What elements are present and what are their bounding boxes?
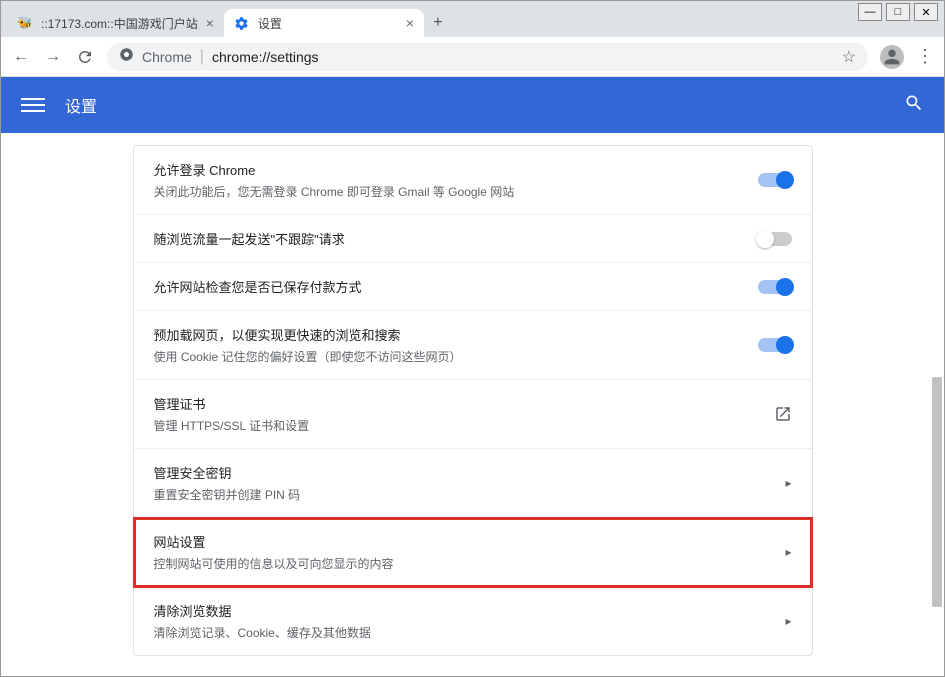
settings-header: 设置 <box>1 77 944 133</box>
row-subtitle: 控制网站可使用的信息以及可向您显示的内容 <box>154 555 786 572</box>
reload-button[interactable] <box>75 47 95 67</box>
row-title: 网站设置 <box>154 532 786 551</box>
back-button[interactable]: ← <box>11 47 31 67</box>
setting-allow-chrome-signin: 允许登录 Chrome 关闭此功能后，您无需登录 Chrome 即可登录 Gma… <box>134 146 812 215</box>
row-title: 清除浏览数据 <box>154 601 786 620</box>
row-subtitle: 管理 HTTPS/SSL 证书和设置 <box>154 417 774 434</box>
url-divider: | <box>200 48 204 66</box>
browser-tab[interactable]: 🐝 ::17173.com::中国游戏门户站 × <box>7 9 224 37</box>
toggle-do-not-track[interactable] <box>758 232 792 246</box>
window-controls: — □ ✕ <box>858 3 938 21</box>
forward-button[interactable]: → <box>43 47 63 67</box>
profile-avatar[interactable] <box>880 45 904 69</box>
setting-payment-check: 允许网站检查您是否已保存付款方式 <box>134 263 812 311</box>
favicon-17173-icon: 🐝 <box>17 15 33 31</box>
external-link-icon <box>774 405 792 423</box>
close-tab-icon[interactable]: × <box>206 15 214 31</box>
setting-clear-browsing-data[interactable]: 清除浏览数据 清除浏览记录、Cookie、缓存及其他数据 ▸ <box>134 587 812 655</box>
menu-button[interactable]: ⋮ <box>916 46 934 67</box>
url-text: chrome://settings <box>212 49 834 65</box>
row-title: 允许网站检查您是否已保存付款方式 <box>154 277 758 296</box>
toggle-preload[interactable] <box>758 338 792 352</box>
row-title: 预加载网页，以便实现更快速的浏览和搜索 <box>154 325 758 344</box>
close-window-button[interactable]: ✕ <box>914 3 938 21</box>
settings-panel: 允许登录 Chrome 关闭此功能后，您无需登录 Chrome 即可登录 Gma… <box>133 133 813 676</box>
setting-preload-pages: 预加载网页，以便实现更快速的浏览和搜索 使用 Cookie 记住您的偏好设置（即… <box>134 311 812 380</box>
toggle-payment-check[interactable] <box>758 280 792 294</box>
settings-card: 允许登录 Chrome 关闭此功能后，您无需登录 Chrome 即可登录 Gma… <box>133 145 813 656</box>
chevron-right-icon: ▸ <box>785 476 791 490</box>
setting-site-settings[interactable]: 网站设置 控制网站可使用的信息以及可向您显示的内容 ▸ <box>134 518 812 587</box>
new-tab-button[interactable]: + <box>424 9 452 37</box>
row-subtitle: 清除浏览记录、Cookie、缓存及其他数据 <box>154 624 786 641</box>
url-protocol: Chrome <box>142 49 192 65</box>
row-title: 管理安全密钥 <box>154 463 786 482</box>
scrollbar-thumb[interactable] <box>932 377 942 607</box>
tab-strip: 🐝 ::17173.com::中国游戏门户站 × 设置 × + <box>1 1 944 37</box>
chevron-right-icon: ▸ <box>785 545 791 559</box>
maximize-button[interactable]: □ <box>886 3 910 21</box>
chevron-right-icon: ▸ <box>785 614 791 628</box>
minimize-button[interactable]: — <box>858 3 882 21</box>
tab-title: 设置 <box>258 15 398 32</box>
row-subtitle: 使用 Cookie 记住您的偏好设置（即使您不访问这些网页） <box>154 348 758 365</box>
content-area: 设置 允许登录 Chrome 关闭此功能后，您无需登录 Chrome 即可登录 … <box>1 77 944 676</box>
toolbar: ← → Chrome | chrome://settings ☆ ⋮ <box>1 37 944 77</box>
setting-security-keys[interactable]: 管理安全密钥 重置安全密钥并创建 PIN 码 ▸ <box>134 449 812 518</box>
row-subtitle: 关闭此功能后，您无需登录 Chrome 即可登录 Gmail 等 Google … <box>154 183 758 200</box>
setting-do-not-track: 随浏览流量一起发送"不跟踪"请求 <box>134 215 812 263</box>
search-icon[interactable] <box>904 93 924 118</box>
setting-manage-certificates[interactable]: 管理证书 管理 HTTPS/SSL 证书和设置 <box>134 380 812 449</box>
close-tab-icon[interactable]: × <box>406 15 414 31</box>
address-bar[interactable]: Chrome | chrome://settings ☆ <box>107 43 868 71</box>
menu-hamburger-icon[interactable] <box>21 93 45 117</box>
page-title: 设置 <box>65 93 904 117</box>
toggle-allow-signin[interactable] <box>758 173 792 187</box>
bookmark-star-icon[interactable]: ☆ <box>842 47 856 67</box>
row-subtitle: 重置安全密钥并创建 PIN 码 <box>154 486 786 503</box>
chrome-icon <box>119 47 134 67</box>
settings-favicon-icon <box>234 15 250 31</box>
settings-body: 允许登录 Chrome 关闭此功能后，您无需登录 Chrome 即可登录 Gma… <box>1 133 944 676</box>
row-title: 随浏览流量一起发送"不跟踪"请求 <box>154 229 758 248</box>
browser-tab-active[interactable]: 设置 × <box>224 9 424 37</box>
tab-title: ::17173.com::中国游戏门户站 <box>41 15 198 32</box>
row-title: 管理证书 <box>154 394 774 413</box>
row-title: 允许登录 Chrome <box>154 160 758 179</box>
